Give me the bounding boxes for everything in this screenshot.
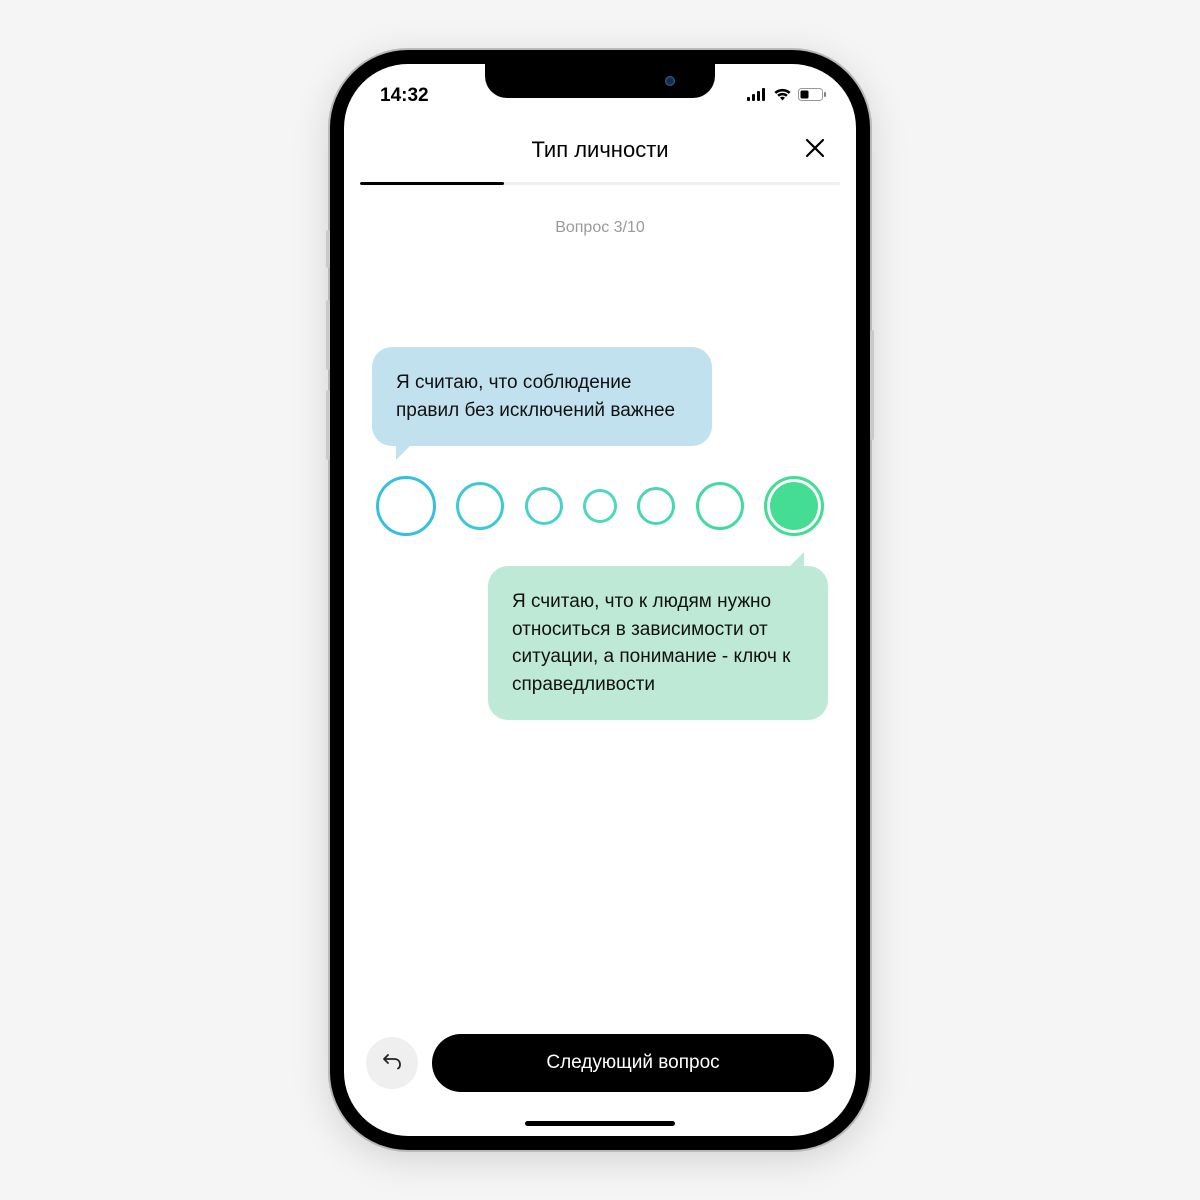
power-button — [870, 330, 874, 440]
back-button[interactable] — [366, 1037, 418, 1089]
scale-option-1[interactable] — [376, 476, 436, 536]
statement-bubble-bottom: Я считаю, что к людям нужно относиться в… — [488, 566, 828, 720]
volume-down-button — [326, 390, 330, 460]
notch — [485, 64, 715, 98]
screen: 14:32 Тип личности — [344, 64, 856, 1136]
phone-frame: 14:32 Тип личности — [330, 50, 870, 1150]
cellular-icon — [747, 85, 767, 107]
home-indicator[interactable] — [525, 1121, 675, 1126]
wifi-icon — [773, 85, 792, 107]
status-time: 14:32 — [380, 85, 429, 107]
status-right — [747, 85, 826, 107]
volume-up-button — [326, 300, 330, 370]
statement-bubble-top: Я считаю, что соблюдение правил без искл… — [372, 347, 712, 446]
progress-bar — [360, 182, 840, 185]
nav-bar: Тип личности — [344, 118, 856, 182]
scale-option-5[interactable] — [637, 487, 675, 525]
scale-option-3[interactable] — [525, 487, 563, 525]
likert-scale — [376, 476, 824, 536]
close-icon — [804, 137, 826, 164]
scale-option-6[interactable] — [696, 482, 744, 530]
scale-option-2[interactable] — [456, 482, 504, 530]
undo-arrow-icon — [382, 1052, 402, 1075]
battery-icon — [798, 85, 826, 107]
next-question-button[interactable]: Следующий вопрос — [432, 1034, 834, 1092]
scale-option-7-selected[interactable] — [764, 476, 824, 536]
close-button[interactable] — [800, 135, 830, 165]
next-button-label: Следующий вопрос — [546, 1052, 719, 1074]
front-camera — [665, 76, 675, 86]
progress-fill — [360, 182, 504, 185]
mute-switch — [326, 230, 330, 268]
question-counter: Вопрос 3/10 — [344, 219, 856, 237]
content-area: Я считаю, что соблюдение правил без искл… — [344, 237, 856, 1034]
page-title: Тип личности — [531, 137, 668, 163]
scale-option-4[interactable] — [583, 489, 617, 523]
